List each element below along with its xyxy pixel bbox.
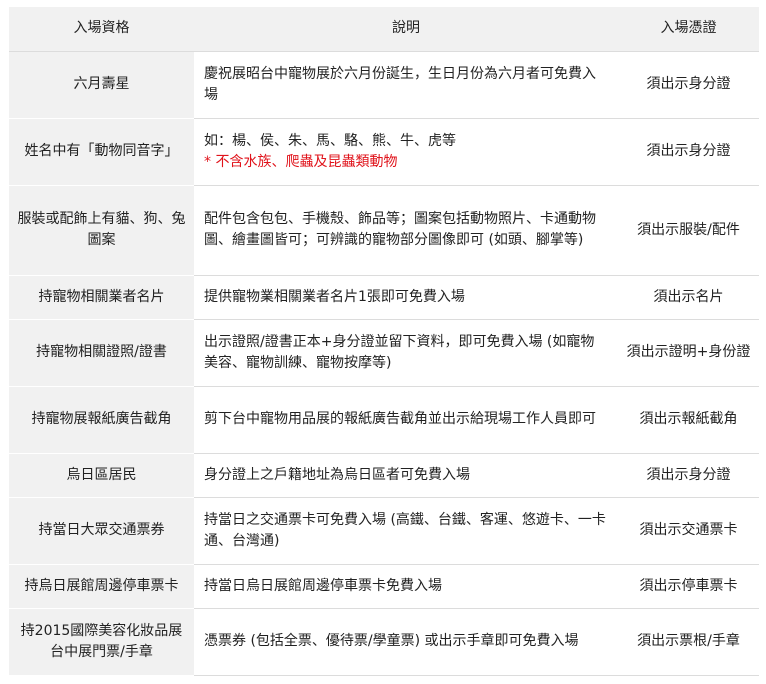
qualification-cell: 姓名中有「動物同音字」 [9,118,194,186]
table-row: 六月壽星 慶祝展昭台中寵物展於六月份誕生，生日月份為六月者可免費入場 須出示身分… [9,51,759,119]
credential-cell: 須出示停車票卡 [618,564,759,609]
qualification-cell: 烏日區居民 [9,453,194,498]
table-row: 持烏日展館周邊停車票卡 持當日烏日展館周邊停車票卡免費入場 須出示停車票卡 [9,564,759,609]
qualification-cell: 持當日大眾交通票券 [9,497,194,565]
qualification-cell: 六月壽星 [9,51,194,119]
description-cell: 持當日之交通票卡可免費入場 (高鐵、台鐵、客運、悠遊卡、一卡通、台灣通) [194,497,618,565]
description-cell: 如：楊、侯、朱、馬、駱、熊、牛、虎等 * 不含水族、爬蟲及昆蟲類動物 [194,118,618,186]
description-cell: 配件包含包包、手機殼、飾品等；圖案包括動物照片、卡通動物圖、繪畫圖皆可；可辨識的… [194,185,618,276]
description-cell: 身分證上之戶籍地址為烏日區者可免費入場 [194,453,618,498]
qualification-cell: 持烏日展館周邊停車票卡 [9,564,194,609]
exclusion-note: * 不含水族、爬蟲及昆蟲類動物 [204,153,398,170]
description-text: 配件包含包包、手機殼、飾品等；圖案包括動物照片、卡通動物圖、繪畫圖皆可；可辨識的… [204,211,596,248]
admission-table: 入場資格 說明 入場憑證 六月壽星 慶祝展昭台中寵物展於六月份誕生，生日月份為六… [9,7,759,676]
credential-cell: 須出示身分證 [618,453,759,498]
qualification-cell: 服裝或配飾上有貓、狗、兔圖案 [9,185,194,276]
credential-cell: 須出示服裝/配件 [618,185,759,276]
description-text: 出示證照/證書正本+身分證並留下資料，即可免費入場 (如寵物美容、寵物訓練、寵物… [204,333,595,371]
description-text: 如：楊、侯、朱、馬、駱、熊、牛、虎等 [204,132,456,149]
qualification-cell: 持寵物展報紙廣告截角 [9,386,194,454]
table-row: 持寵物相關業者名片 提供寵物業相關業者名片1張即可免費入場 須出示名片 [9,275,759,320]
credential-cell: 須出示名片 [618,275,759,320]
table-row: 烏日區居民 身分證上之戶籍地址為烏日區者可免費入場 須出示身分證 [9,453,759,498]
description-text: 慶祝展昭台中寵物展於六月份誕生，生日月份為六月者可免費入場 [204,65,596,103]
description-cell: 出示證照/證書正本+身分證並留下資料，即可免費入場 (如寵物美容、寵物訓練、寵物… [194,319,618,387]
table-row: 姓名中有「動物同音字」 如：楊、侯、朱、馬、駱、熊、牛、虎等 * 不含水族、爬蟲… [9,118,759,186]
qualification-cell: 持寵物相關業者名片 [9,275,194,320]
header-qualification: 入場資格 [9,7,194,52]
credential-cell: 須出示身分證 [618,51,759,119]
description-text: 憑票券 (包括全票、優待票/學童票) 或出示手章即可免費入場 [204,633,579,649]
qualification-cell: 持2015國際美容化妝品展台中展門票/手章 [9,608,194,676]
table-header: 入場資格 說明 入場憑證 [9,7,759,52]
header-credential: 入場憑證 [618,7,759,52]
credential-cell: 須出示交通票卡 [618,497,759,565]
credential-cell: 須出示報紙截角 [618,386,759,454]
table-row: 持2015國際美容化妝品展台中展門票/手章 憑票券 (包括全票、優待票/學童票)… [9,608,759,676]
header-description: 說明 [194,7,618,52]
qualification-cell: 持寵物相關證照/證書 [9,319,194,387]
table-row: 服裝或配飾上有貓、狗、兔圖案 配件包含包包、手機殼、飾品等；圖案包括動物照片、卡… [9,185,759,276]
description-text: 持當日之交通票卡可免費入場 (高鐵、台鐵、客運、悠遊卡、一卡通、台灣通) [204,511,606,549]
description-text: 持當日烏日展館周邊停車票卡免費入場 [204,577,442,594]
table-row: 持當日大眾交通票券 持當日之交通票卡可免費入場 (高鐵、台鐵、客運、悠遊卡、一卡… [9,497,759,565]
description-cell: 憑票券 (包括全票、優待票/學童票) 或出示手章即可免費入場 [194,608,618,676]
description-cell: 剪下台中寵物用品展的報紙廣告截角並出示給現場工作人員即可 [194,386,618,454]
description-cell: 慶祝展昭台中寵物展於六月份誕生，生日月份為六月者可免費入場 [194,51,618,119]
description-cell: 持當日烏日展館周邊停車票卡免費入場 [194,564,618,609]
description-text: 提供寵物業相關業者名片1張即可免費入場 [204,288,465,305]
description-cell: 提供寵物業相關業者名片1張即可免費入場 [194,275,618,320]
credential-cell: 須出示證明+身份證 [618,319,759,387]
table-row: 持寵物展報紙廣告截角 剪下台中寵物用品展的報紙廣告截角並出示給現場工作人員即可 … [9,386,759,454]
table-body: 六月壽星 慶祝展昭台中寵物展於六月份誕生，生日月份為六月者可免費入場 須出示身分… [9,51,759,676]
header-row: 入場資格 說明 入場憑證 [9,7,759,52]
table-row: 持寵物相關證照/證書 出示證照/證書正本+身分證並留下資料，即可免費入場 (如寵… [9,319,759,387]
description-text: 身分證上之戶籍地址為烏日區者可免費入場 [204,466,470,483]
credential-cell: 須出示票根/手章 [618,608,759,676]
description-text: 剪下台中寵物用品展的報紙廣告截角並出示給現場工作人員即可 [204,411,596,427]
credential-cell: 須出示身分證 [618,118,759,186]
